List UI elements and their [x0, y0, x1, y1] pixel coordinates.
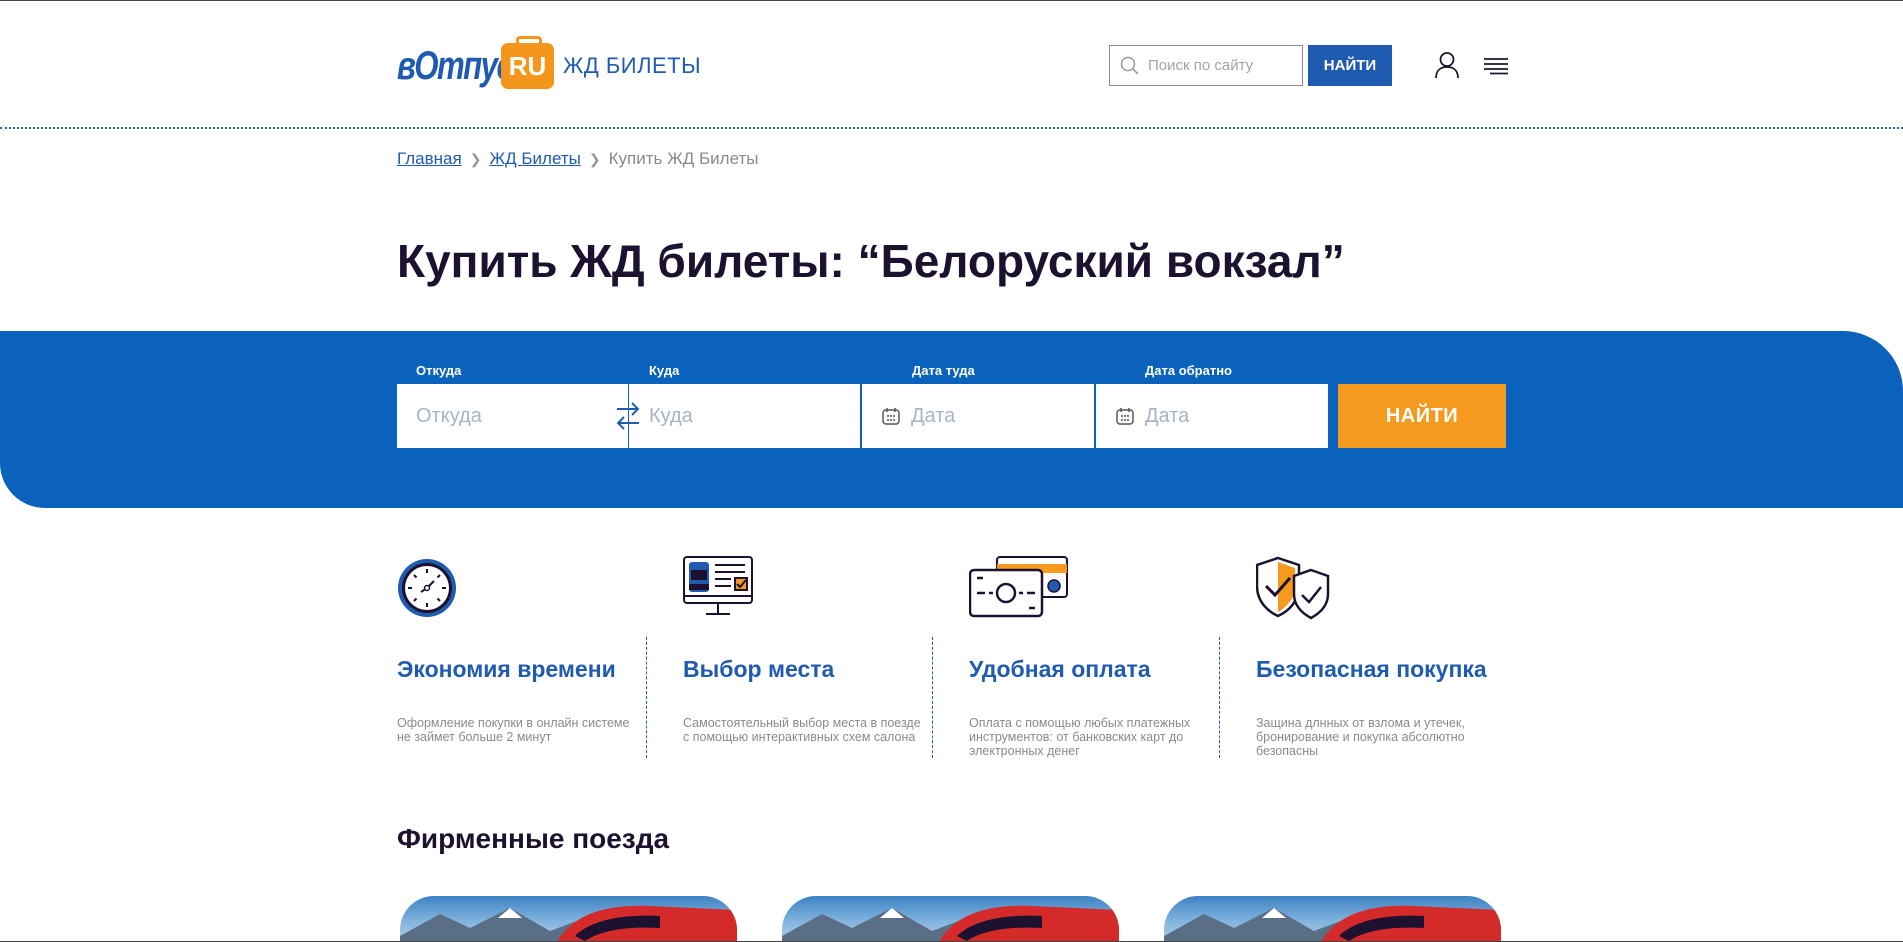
to-label: Куда [649, 363, 680, 378]
search-icon [1120, 56, 1139, 75]
train-photo [400, 905, 737, 942]
feature-text: Оформление покупки в онлайн системе не з… [397, 716, 630, 744]
breadcrumb: Главная ❯ ЖД Билеты ❯ Купить ЖД Билеты [397, 149, 758, 169]
feature-payment: Удобная оплата Оплата с помощью любых пл… [968, 556, 1219, 758]
site-header: вОтпуск RU ЖД БИЛЕТЫ НАЙТИ [0, 1, 1903, 129]
logo-wordmark: вОтпуск [397, 43, 528, 88]
date-there-input[interactable] [911, 404, 1094, 428]
seat-monitor-icon [683, 556, 753, 615]
chevron-right-icon: ❯ [588, 150, 601, 167]
stopwatch-icon [398, 559, 456, 617]
menu-icon[interactable] [1484, 57, 1508, 75]
site-search [1109, 45, 1303, 86]
user-icon[interactable] [1434, 51, 1460, 79]
date-back-label: Дата обратно [1145, 363, 1233, 378]
train-card[interactable] [400, 896, 737, 942]
from-input[interactable] [416, 404, 628, 428]
breadcrumb-current: Купить ЖД Билеты [608, 149, 759, 168]
site-logo[interactable]: вОтпуск RU ЖД БИЛЕТЫ [397, 36, 702, 91]
chevron-right-icon: ❯ [469, 150, 482, 167]
feature-divider [932, 637, 933, 758]
feature-seat-choice: Выбор места Самостоятельный выбор места … [683, 556, 933, 744]
search-input[interactable] [1148, 57, 1298, 74]
feature-text: Защина длнных от взлома и утечек, бронир… [1256, 716, 1465, 758]
shield-check-icon [1255, 556, 1330, 620]
breadcrumb-home[interactable]: Главная [397, 149, 462, 169]
feature-title: Экономия времени [397, 656, 616, 682]
feature-text: Оплата с помощью любых платежных инструм… [969, 716, 1191, 758]
search-button[interactable]: НАЙТИ [1308, 45, 1392, 86]
breadcrumb-rail-tickets[interactable]: ЖД Билеты [489, 149, 580, 169]
to-field [629, 384, 860, 448]
swap-direction-icon[interactable] [613, 400, 643, 432]
branded-trains-title: Фирменные поезда [397, 823, 670, 854]
date-back-field [1096, 384, 1328, 448]
feature-security: Безопасная покупка Защина длнных от взло… [1255, 556, 1506, 758]
date-there-field [862, 384, 1094, 448]
train-card[interactable] [782, 896, 1119, 942]
date-there-label: Дата туда [912, 363, 975, 378]
feature-title: Выбор места [683, 656, 835, 682]
to-input[interactable] [649, 404, 860, 428]
feature-title: Удобная оплата [969, 656, 1151, 682]
feature-text: Самостоятельный выбор места в поезде с п… [683, 716, 921, 744]
logo-suitcase-badge: RU [501, 36, 554, 89]
calendar-icon [882, 408, 900, 425]
from-label: Откуда [416, 363, 462, 378]
train-photo [1164, 905, 1501, 942]
find-tickets-button[interactable]: НАЙТИ [1338, 384, 1506, 448]
train-card[interactable] [1164, 896, 1501, 942]
train-photo [782, 905, 1119, 942]
feature-divider [646, 637, 647, 758]
date-back-input[interactable] [1145, 404, 1328, 428]
logo-subtitle: ЖД БИЛЕТЫ [563, 53, 702, 78]
page-title: Купить ЖД билеты: “Белоруский вокзал” [397, 235, 1345, 287]
feature-divider [1219, 637, 1220, 758]
payment-cards-icon [968, 556, 1068, 618]
feature-time: Экономия времени Оформление покупки в он… [397, 556, 647, 744]
calendar-icon [1116, 408, 1134, 425]
from-field [397, 384, 628, 448]
feature-title: Безопасная покупка [1256, 656, 1487, 682]
